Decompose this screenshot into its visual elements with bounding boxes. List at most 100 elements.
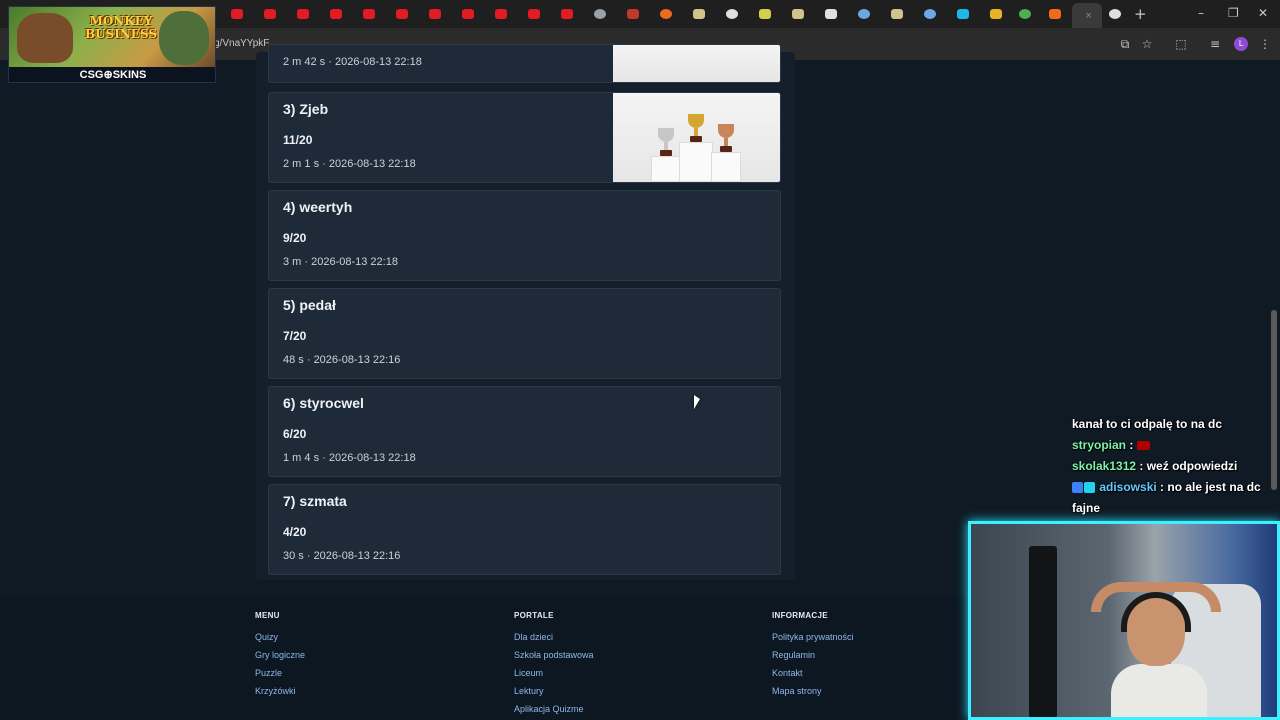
podium-right [711, 152, 741, 182]
browser-tab[interactable] [519, 5, 549, 23]
browser-tab[interactable] [750, 5, 780, 23]
browser-tab[interactable] [486, 5, 516, 23]
browser-tab[interactable] [453, 5, 483, 23]
cast-icon[interactable]: ⧉ [1118, 37, 1132, 51]
browser-tab[interactable] [882, 5, 912, 23]
browser-tab[interactable] [948, 5, 978, 23]
badge-icon [1084, 482, 1095, 494]
extensions-icon[interactable]: ⬚ [1174, 37, 1188, 51]
globe-icon [594, 9, 606, 19]
footer-link[interactable]: Liceum [514, 664, 594, 682]
new-tab-button[interactable]: + [1134, 5, 1147, 23]
footer-link[interactable]: Quizy [255, 628, 305, 646]
chat-message: kanał to ci odpalę to na dc [1072, 414, 1280, 435]
result-meta: 3 m · 2026-08-13 22:18 [283, 256, 398, 268]
result-score: 4/20 [283, 525, 307, 539]
result-meta: 2 m 1 s · 2026-08-13 22:18 [283, 158, 416, 170]
footer-link[interactable]: Puzzle [255, 664, 305, 682]
chat-message: skolak1312 : weź odpowiedzi [1072, 456, 1280, 477]
document-icon [891, 9, 903, 19]
youtube-icon [495, 9, 507, 19]
close-window-button[interactable]: ✕ [1258, 6, 1268, 20]
chat-text: : weź odpowiedzi [1136, 459, 1238, 473]
footer-link[interactable]: Aplikacja Quizme [514, 700, 594, 718]
footer-portale-column: PORTALE Dla dzieci Szkoła podstawowa Lic… [514, 611, 594, 718]
footer-link[interactable]: Kontakt [772, 664, 854, 682]
bookmark-star-icon[interactable]: ☆ [1140, 37, 1154, 51]
check-icon [990, 9, 1002, 19]
browser-tab[interactable] [783, 5, 813, 23]
result-name: 6) styrocwel [283, 395, 364, 411]
browser-tab[interactable] [651, 5, 681, 23]
browser-tab[interactable] [321, 5, 351, 23]
square-icon [957, 9, 969, 19]
youtube-icon [231, 9, 243, 19]
result-card-partial: 2 m 42 s · 2026-08-13 22:18 [268, 44, 781, 83]
browser-tab[interactable] [915, 5, 945, 23]
minimize-button[interactable]: – [1198, 6, 1204, 20]
browser-tab[interactable] [981, 5, 1011, 23]
result-score: 9/20 [283, 231, 307, 245]
trophy-image [613, 93, 780, 182]
footer-link[interactable]: Dla dzieci [514, 628, 594, 646]
arrow-icon [627, 9, 639, 19]
browser-tab[interactable] [1040, 5, 1070, 23]
result-card: 6) styrocwel 6/20 1 m 4 s · 2026-08-13 2… [268, 386, 781, 477]
url-field[interactable]: g/VnaYYpkF [214, 38, 269, 49]
youtube-icon [528, 9, 540, 19]
browser-tab-active[interactable]: × [1072, 3, 1102, 28]
webcam-overlay [968, 521, 1280, 720]
menu-kebab-icon[interactable]: ⋮ [1258, 37, 1272, 51]
footer-heading: MENU [255, 611, 280, 620]
ad-brand: CSG⊕SKINS [79, 69, 147, 81]
footer-link[interactable]: Krzyżówki [255, 682, 305, 700]
browser-tab[interactable] [717, 5, 747, 23]
footer-link[interactable]: Szkoła podstawowa [514, 646, 594, 664]
browser-tab[interactable] [816, 5, 846, 23]
gold-trophy-icon [688, 114, 704, 142]
bronze-trophy-icon [718, 124, 734, 152]
browser-tab[interactable] [387, 5, 417, 23]
stream-chat-overlay: kanał to ci odpalę to na dc stryopian : … [1072, 414, 1280, 519]
browser-tab[interactable] [684, 5, 714, 23]
browser-tab[interactable] [255, 5, 285, 23]
result-name: 7) szmata [283, 493, 347, 509]
sponsor-ad-overlay: MONKEY BUSINESS CSG⊕SKINS [8, 6, 216, 83]
footer-menu-column: MENU Quizy Gry logiczne Puzzle Krzyżówki [255, 611, 305, 700]
silver-trophy-icon [658, 128, 674, 156]
gorilla-illustration [159, 11, 209, 65]
browser-tab[interactable] [585, 5, 615, 23]
browser-tab[interactable] [354, 5, 384, 23]
footer-link[interactable]: Mapa strony [772, 682, 854, 700]
footer-link[interactable]: Regulamin [772, 646, 854, 664]
youtube-icon [363, 9, 375, 19]
chat-username: adisowski [1099, 480, 1157, 494]
result-card: 5) pedał 7/20 48 s · 2026-08-13 22:16 [268, 288, 781, 379]
media-icon[interactable]: ≡ [1208, 37, 1222, 51]
browser-tab[interactable] [1100, 5, 1130, 23]
youtube-icon [264, 9, 276, 19]
youtube-icon [462, 9, 474, 19]
footer-link[interactable]: Lektury [514, 682, 594, 700]
browser-tab[interactable] [222, 5, 252, 23]
browser-tab[interactable] [552, 5, 582, 23]
footer-link[interactable]: Polityka prywatności [772, 628, 854, 646]
footer-link[interactable]: Gry logiczne [255, 646, 305, 664]
browser-tab[interactable] [618, 5, 648, 23]
result-name: 5) pedał [283, 297, 336, 313]
trophy-image [613, 45, 780, 82]
maximize-button[interactable]: ❐ [1228, 6, 1239, 20]
result-card: 7) szmata 4/20 30 s · 2026-08-13 22:16 [268, 484, 781, 575]
browser-tab[interactable] [288, 5, 318, 23]
profile-avatar[interactable]: L [1234, 37, 1248, 51]
tab-close-icon[interactable]: × [1085, 11, 1093, 21]
browser-tab[interactable] [849, 5, 879, 23]
result-card: 4) weertyh 9/20 3 m · 2026-08-13 22:18 [268, 190, 781, 281]
document-icon [792, 9, 804, 19]
browser-tab[interactable] [1010, 5, 1040, 23]
chatgpt-icon [726, 9, 738, 19]
monkey-illustration [17, 13, 73, 63]
result-meta: 30 s · 2026-08-13 22:16 [283, 550, 401, 562]
result-name: 4) weertyh [283, 199, 353, 215]
browser-tab[interactable] [420, 5, 450, 23]
